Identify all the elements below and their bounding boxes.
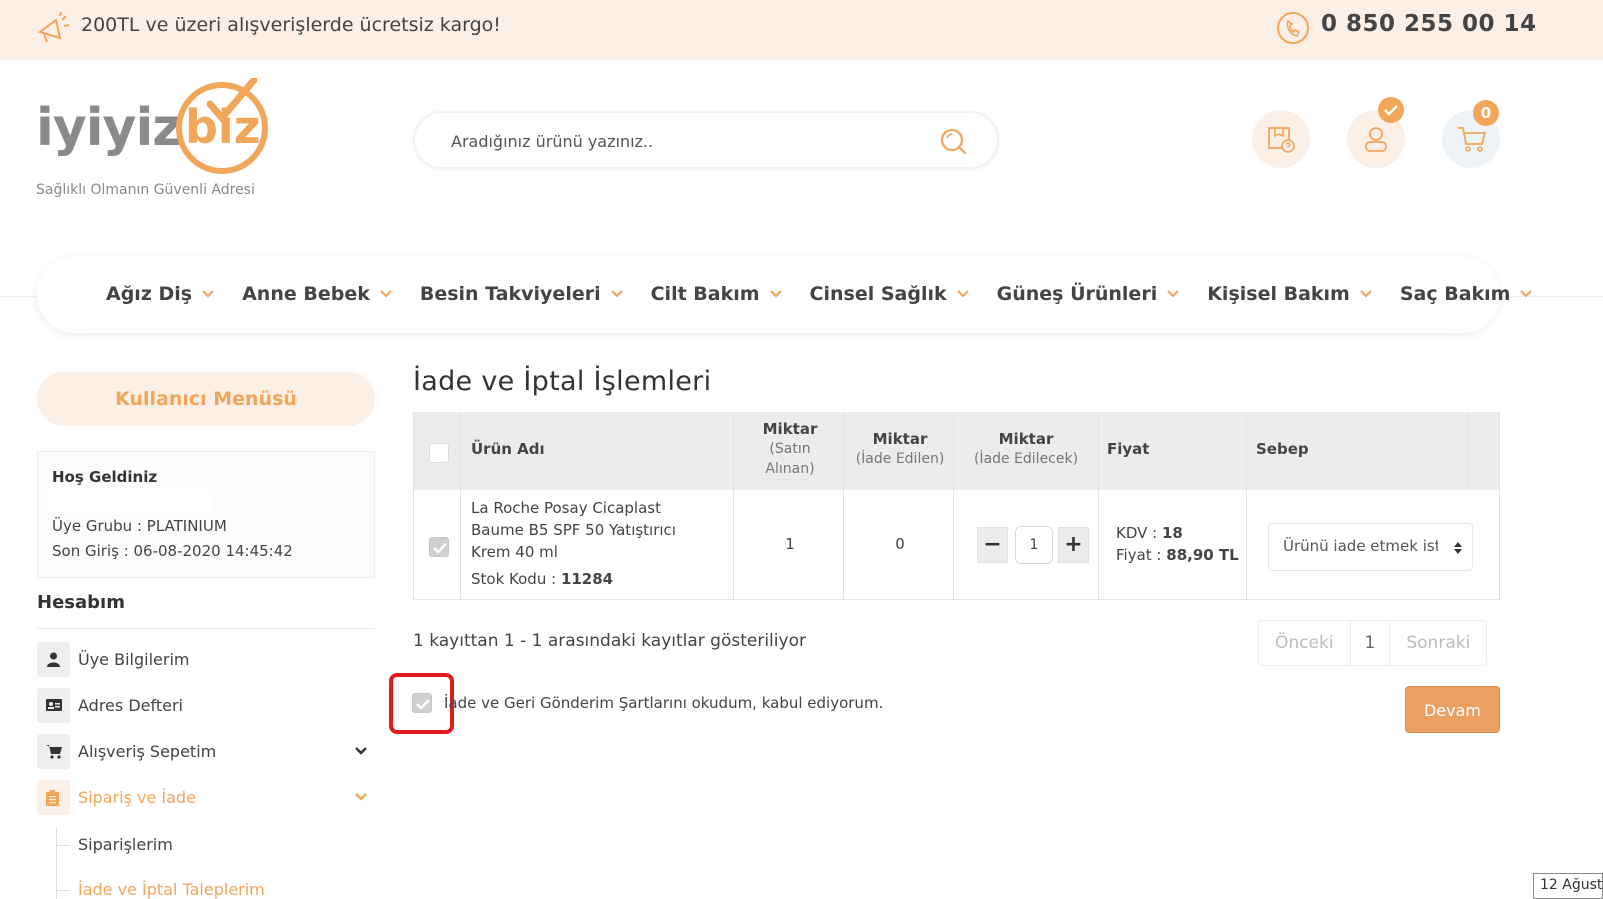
sidebar-item-member-info[interactable]: Üye Bilgilerim — [37, 642, 375, 678]
order-tracking-button[interactable] — [1252, 110, 1310, 168]
chevron-down-icon — [1520, 290, 1533, 298]
address-card-icon — [46, 699, 62, 711]
chevron-down-icon — [610, 290, 623, 298]
qty-to-return-input[interactable]: 1 — [1015, 526, 1053, 564]
user-icon — [1365, 127, 1387, 152]
category-nav: Ağız Diş Anne Bebek Besin Takviyeleri Ci… — [37, 257, 1533, 333]
chevron-down-icon — [1167, 290, 1179, 298]
nav-item-agiz-dis[interactable]: Ağız Diş — [106, 283, 214, 305]
member-group: Üye Grubu : PLATINIUM — [52, 517, 227, 535]
sidebar-subitem-return-requests[interactable]: İade ve İptal Taleplerim — [78, 880, 265, 899]
clipboard-icon — [46, 790, 59, 806]
kdv-value: KDV : 18 — [1116, 524, 1183, 542]
user-menu-title: Kullanıcı Menüsü — [37, 372, 375, 426]
chevron-down-icon — [769, 290, 782, 298]
chevron-down-icon — [355, 793, 367, 801]
chevron-down-icon — [956, 290, 969, 298]
sidebar-subitem-orders[interactable]: Siparişlerim — [78, 835, 173, 854]
site-logo[interactable]: iyiyiz biz Sağlıklı Olmanın Güvenli Adre… — [36, 78, 276, 208]
person-icon — [47, 652, 60, 667]
price-value: Fiyat : 88,90 TL — [1116, 546, 1239, 564]
nav-item-kisisel-bakim[interactable]: Kişisel Bakım — [1207, 283, 1372, 305]
pagination: Önceki 1 Sonraki — [1258, 620, 1488, 666]
logo-wordmark: iyiyiz — [36, 98, 183, 158]
promo-text: 200TL ve üzeri alışverişlerde ücretsiz k… — [81, 14, 501, 36]
search-bar — [413, 111, 999, 169]
submenu-tick — [56, 845, 70, 846]
pagination-next[interactable]: Sonraki — [1390, 621, 1486, 665]
column-product: Ürün Adı — [471, 440, 545, 458]
logo-biz: biz — [185, 100, 261, 154]
cart-icon — [46, 745, 62, 759]
taskbar-date: 12 Ağustos — [1533, 873, 1603, 899]
account-heading: Hesabım — [37, 592, 125, 613]
nav-item-sac-bakim[interactable]: Saç Bakım — [1400, 283, 1533, 305]
return-reason-select[interactable]: Ürünü iade etmek istiyorum — [1268, 523, 1473, 571]
account-divider — [37, 628, 375, 629]
promo-bar: 200TL ve üzeri alışverişlerde ücretsiz k… — [0, 0, 1603, 60]
pagination-prev[interactable]: Önceki — [1259, 621, 1351, 665]
logo-tagline: Sağlıklı Olmanın Güvenli Adresi — [36, 182, 255, 198]
terms-checkbox[interactable] — [412, 693, 432, 713]
chevron-down-icon — [355, 747, 367, 755]
qty-decrease-button[interactable]: − — [977, 527, 1008, 563]
stock-code: Stok Kodu : 11284 — [471, 570, 614, 588]
sidebar-item-address-book[interactable]: Adres Defteri — [37, 688, 375, 724]
logged-in-check-badge — [1378, 97, 1404, 123]
column-price: Fiyat — [1107, 440, 1150, 458]
submenu-tick — [56, 890, 70, 891]
welcome-title: Hoş Geldiniz — [52, 468, 158, 486]
nav-item-gunes-urunleri[interactable]: Güneş Ürünleri — [997, 283, 1180, 305]
sidebar-item-shopping-cart[interactable]: Alışveriş Sepetim — [37, 734, 375, 770]
search-icon[interactable] — [939, 127, 967, 155]
last-login: Son Giriş : 06-08-2020 14:45:42 — [52, 542, 293, 560]
megaphone-icon — [37, 12, 70, 43]
phone-icon — [1277, 12, 1309, 44]
check-icon — [1384, 105, 1398, 116]
redacted-name — [48, 490, 214, 512]
terms-label[interactable]: İade ve Geri Gönderim Şartlarını okudum,… — [444, 694, 883, 712]
column-qty-to-return: Miktar (İade Edilecek) — [973, 430, 1079, 467]
column-reason: Sebep — [1256, 440, 1309, 458]
search-input[interactable] — [451, 129, 911, 153]
chevron-down-icon — [202, 290, 214, 298]
phone-number[interactable]: 0 850 255 00 14 — [1321, 11, 1537, 37]
submenu-tree-line — [56, 827, 57, 899]
chevron-down-icon — [1360, 290, 1372, 298]
nav-item-anne-bebek[interactable]: Anne Bebek — [242, 283, 392, 305]
check-icon — [433, 543, 447, 554]
product-name: La Roche Posay Cicaplast Baume B5 SPF 50… — [471, 499, 676, 561]
nav-item-cilt-bakim[interactable]: Cilt Bakım — [651, 283, 782, 305]
cart-count-badge: 0 — [1473, 100, 1499, 126]
sidebar-item-orders-returns[interactable]: Sipariş ve İade — [37, 780, 375, 816]
qty-returned-value: 0 — [895, 535, 905, 553]
welcome-card: Hoş Geldiniz Üye Grubu : PLATINIUM Son G… — [37, 451, 375, 578]
check-icon — [416, 699, 430, 710]
qty-bought-value: 1 — [785, 535, 795, 553]
page-title: İade ve İptal İşlemleri — [413, 366, 712, 397]
select-all-checkbox[interactable] — [429, 443, 449, 463]
pagination-page-1[interactable]: 1 — [1351, 621, 1391, 665]
package-help-icon — [1268, 127, 1295, 153]
nav-item-besin-takviyeleri[interactable]: Besin Takviyeleri — [420, 283, 623, 305]
row-checkbox[interactable] — [429, 537, 449, 557]
column-qty-bought: Miktar (Satın Alınan) — [762, 420, 818, 477]
cart-icon — [1458, 127, 1487, 152]
chevron-down-icon — [380, 290, 392, 298]
qty-increase-button[interactable]: + — [1058, 527, 1089, 563]
records-info: 1 kayıttan 1 - 1 arasındaki kayıtlar gös… — [413, 631, 806, 651]
continue-button[interactable]: Devam — [1405, 686, 1500, 733]
column-qty-returned: Miktar (İade Edilen) — [855, 430, 945, 467]
sort-arrows-icon — [1454, 542, 1462, 554]
nav-item-cinsel-saglik[interactable]: Cinsel Sağlık — [810, 283, 969, 305]
